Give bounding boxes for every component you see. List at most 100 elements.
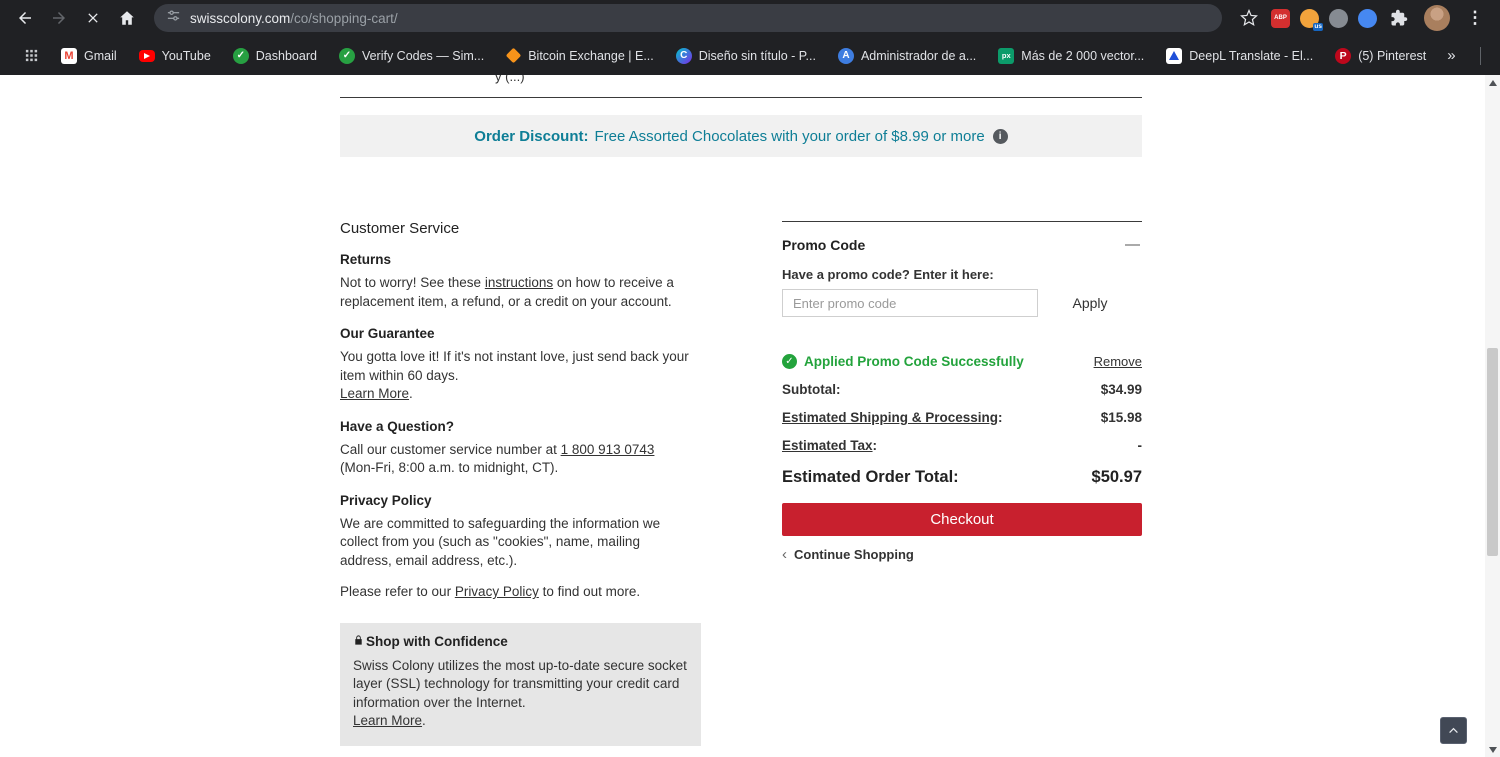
extensions-puzzle-icon[interactable] (1384, 3, 1414, 33)
bookmark-pinterest[interactable]: P (5) Pinterest (1326, 45, 1435, 67)
bookmark-youtube[interactable]: YouTube (130, 46, 220, 66)
scrollbar-down-arrow[interactable] (1485, 742, 1500, 757)
bookmark-gmail[interactable]: M Gmail (52, 45, 126, 67)
adblock-extension-icon[interactable]: ABP (1271, 8, 1290, 28)
canva-glyph: C (680, 50, 688, 61)
question-text-before: Call our customer service number at (340, 441, 561, 457)
down-triangle-icon (1488, 746, 1497, 753)
tax-value: - (1137, 438, 1143, 453)
privacy-policy-link[interactable]: Privacy Policy (455, 584, 539, 599)
order-discount-banner: Order Discount: Free Assorted Chocolates… (340, 115, 1142, 157)
url-path: /co/shopping-cart/ (290, 10, 398, 26)
forward-icon[interactable] (44, 3, 74, 33)
privacy-text: We are committed to safeguarding the inf… (340, 515, 661, 568)
continue-shopping-link[interactable]: ‹ Continue Shopping (782, 546, 1142, 563)
lock-icon (353, 634, 364, 649)
refer-before: Please refer to our (340, 584, 455, 599)
order-discount-label: Order Discount: (474, 127, 589, 145)
promo-code-input[interactable] (782, 289, 1038, 317)
bookmark-label: Bitcoin Exchange | E... (528, 48, 654, 63)
clipped-text: y (...) (495, 75, 525, 84)
page-scrollbar[interactable] (1485, 75, 1500, 757)
order-total-label: Estimated Order Total: (782, 468, 959, 486)
subtotal-row: Subtotal: $34.99 (782, 382, 1142, 397)
check-circle-icon: ✓ (232, 47, 249, 64)
refer-after: to find out more. (538, 584, 641, 599)
deepl-arrow-icon (1169, 51, 1180, 60)
period: . (422, 713, 426, 728)
apply-button[interactable]: Apply (1038, 295, 1142, 311)
remove-promo-link[interactable]: Remove (1094, 354, 1142, 369)
stop-loading-icon[interactable] (78, 3, 108, 33)
bookmarks-overflow-chevron[interactable]: » (1439, 47, 1463, 64)
bookmark-label: (5) Pinterest (1358, 48, 1427, 63)
confidence-learn-more: Learn More. (353, 712, 688, 731)
shipping-label-text[interactable]: Estimated Shipping & Processing (782, 410, 998, 425)
tax-label: Estimated Tax: (782, 438, 877, 453)
cart-divider (340, 97, 1142, 98)
scrollbar-up-arrow[interactable] (1485, 75, 1500, 90)
bookmarks-divider (1479, 46, 1481, 65)
confidence-text: Swiss Colony utilizes the most up-to-dat… (353, 657, 687, 710)
all-bookmarks-button[interactable]: All Bookmarks (1493, 42, 1500, 69)
confidence-heading: Shop with Confidence (353, 634, 688, 649)
tax-label-text[interactable]: Estimated Tax (782, 438, 873, 453)
learn-more-link[interactable]: Learn More (353, 713, 422, 728)
url-text: swisscolony.com/co/shopping-cart/ (190, 11, 398, 26)
canva-icon: C (675, 47, 692, 64)
privacy-refer-text: Please refer to our Privacy Policy to fi… (340, 583, 692, 602)
bookmark-bitcoin-exchange[interactable]: Bitcoin Exchange | E... (497, 45, 663, 66)
promo-applied-message: Applied Promo Code Successfully (804, 354, 1024, 369)
bookmark-vectores[interactable]: px Más de 2 000 vector... (989, 45, 1153, 67)
profile-avatar[interactable] (1424, 5, 1450, 31)
bookmark-verify-codes[interactable]: ✓ Verify Codes — Sim... (330, 45, 493, 67)
instructions-link[interactable]: instructions (485, 275, 553, 290)
bookmark-label: YouTube (161, 48, 211, 63)
promo-applied-row: ✓ Applied Promo Code Successfully Remove (782, 354, 1142, 369)
bookmark-label: Diseño sin título - P... (698, 48, 816, 63)
browser-menu-icon[interactable]: ⋮ (1460, 3, 1490, 33)
youtube-icon (138, 49, 155, 62)
three-dots-icon: ⋮ (1466, 8, 1484, 27)
chevron-left-icon: ‹ (782, 546, 787, 563)
bookmark-star-icon[interactable] (1234, 3, 1264, 33)
shop-with-confidence-box: Shop with Confidence Swiss Colony utiliz… (340, 622, 701, 746)
browser-chrome: swisscolony.com/co/shopping-cart/ ABP us… (0, 0, 1500, 75)
promo-code-title: Promo Code (782, 237, 866, 253)
promo-entry-row: Apply (782, 289, 1142, 317)
clipped-row-text: y (...) (495, 75, 525, 86)
collapse-minus-icon[interactable]: — (1123, 237, 1142, 252)
info-icon[interactable]: i (992, 128, 1008, 144)
shipping-label: Estimated Shipping & Processing: (782, 410, 1003, 425)
apps-grid-icon[interactable] (16, 41, 46, 71)
gray-extension-icon[interactable] (1329, 8, 1348, 28)
scrollbar-thumb[interactable] (1487, 348, 1498, 556)
url-domain: swisscolony.com (190, 10, 291, 26)
bookmark-canva-design[interactable]: C Diseño sin título - P... (667, 45, 825, 67)
us-badge: us (1313, 22, 1323, 31)
phone-link[interactable]: 1 800 913 0743 (561, 442, 655, 457)
order-total-value: $50.97 (1091, 468, 1142, 486)
bookmarks-bar: M Gmail YouTube ✓ Dashboard ✓ Verify Cod… (0, 36, 1500, 75)
home-icon[interactable] (112, 3, 142, 33)
blue-extension-icon[interactable] (1358, 8, 1377, 28)
bookmark-administrador[interactable]: A Administrador de a... (829, 45, 985, 67)
promo-prompt: Have a promo code? Enter it here: (782, 267, 994, 282)
checkout-button[interactable]: Checkout (782, 503, 1142, 536)
address-bar[interactable]: swisscolony.com/co/shopping-cart/ (154, 4, 1222, 32)
order-discount-text: Free Assorted Chocolates with your order… (594, 127, 985, 145)
px-glyph: px (1001, 51, 1011, 60)
currency-extension-icon[interactable]: us (1300, 8, 1323, 31)
site-settings-icon[interactable] (166, 8, 181, 28)
bookmark-deepl[interactable]: DeepL Translate - El... (1157, 45, 1322, 67)
bookmark-label: Verify Codes — Sim... (361, 48, 485, 63)
check-glyph: ✓ (342, 50, 352, 61)
confidence-title: Shop with Confidence (366, 633, 508, 649)
learn-more-link[interactable]: Learn More (340, 386, 409, 401)
back-icon[interactable] (10, 3, 40, 33)
bookmark-dashboard[interactable]: ✓ Dashboard (224, 45, 326, 67)
scroll-to-top-button[interactable] (1440, 717, 1467, 744)
colon: : (998, 410, 1003, 425)
returns-text: Not to worry! See these instructions on … (340, 274, 692, 311)
subtotal-label: Subtotal: (782, 382, 841, 397)
